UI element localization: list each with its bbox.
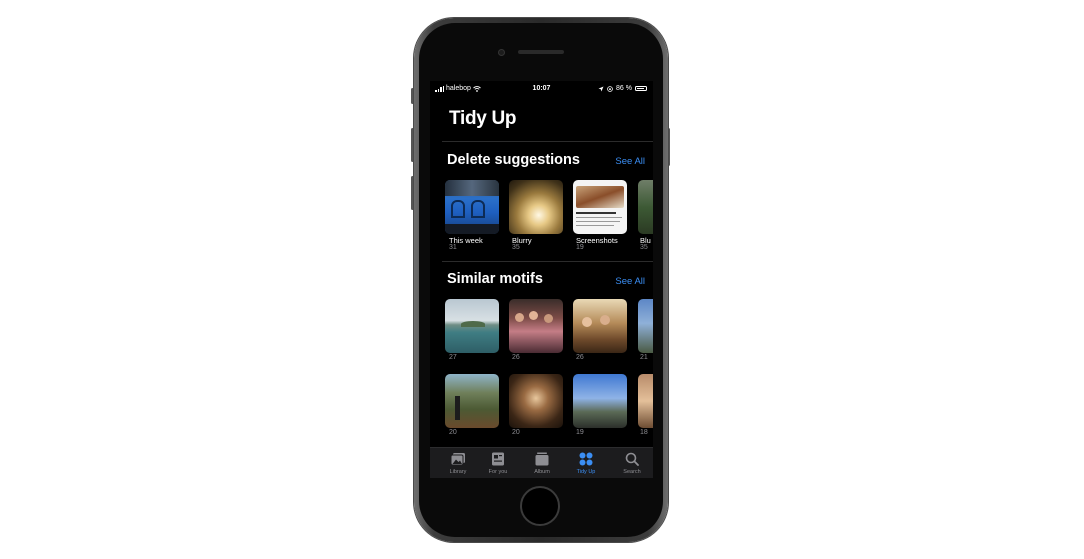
photos-stack-icon	[450, 453, 465, 466]
app-screen: halebop 10:07 86 % Tidy Up Delete sugges…	[430, 81, 653, 478]
tab-tidy-up-label: Tidy Up	[576, 469, 596, 475]
tab-tidy-up[interactable]: Tidy Up	[566, 448, 606, 478]
search-icon	[625, 452, 639, 466]
home-button[interactable]	[520, 486, 560, 526]
tab-for-you[interactable]: For you	[478, 448, 518, 478]
screenshots-count: 19	[576, 244, 584, 251]
blurry-thumbnail[interactable]	[509, 180, 563, 234]
motif-thumbnail[interactable]	[445, 374, 499, 428]
motif-count: 21	[640, 354, 648, 361]
screenshots-thumbnail[interactable]	[573, 180, 627, 234]
motif-count: 19	[576, 429, 584, 436]
for-you-icon	[492, 452, 504, 466]
motif-count: 20	[512, 429, 520, 436]
divider	[442, 141, 653, 142]
motif-thumbnail[interactable]	[573, 299, 627, 353]
this-week-count: 31	[449, 244, 457, 251]
motif-thumbnail[interactable]	[638, 299, 653, 353]
motif-thumbnail[interactable]	[445, 299, 499, 353]
tab-album-label: Album	[534, 469, 550, 475]
battery-icon	[635, 86, 647, 91]
blurry-more-thumbnail[interactable]	[638, 180, 653, 234]
motif-thumbnail[interactable]	[509, 374, 563, 428]
location-arrow-icon	[598, 86, 604, 91]
tidy-up-grid-icon	[579, 452, 593, 466]
delete-suggestions-see-all-link[interactable]: See All	[615, 156, 645, 167]
similar-motifs-see-all-link[interactable]: See All	[615, 276, 645, 287]
album-icon	[535, 452, 549, 466]
motif-count: 18	[640, 429, 648, 436]
this-week-thumbnail[interactable]	[445, 180, 499, 234]
tab-bar: Library For you Album Tidy Up Search	[430, 447, 653, 478]
motif-count: 26	[512, 354, 520, 361]
battery-percent: 86 %	[616, 85, 632, 92]
tab-for-you-label: For you	[488, 469, 508, 475]
front-camera	[498, 49, 505, 56]
blurry-count: 35	[512, 244, 520, 251]
similar-motifs-title: Similar motifs	[447, 271, 543, 287]
tab-library-label: Library	[449, 469, 467, 475]
tab-library[interactable]: Library	[438, 448, 478, 478]
divider	[442, 261, 653, 262]
status-bar: halebop 10:07 86 %	[430, 81, 653, 97]
tab-album[interactable]: Album	[522, 448, 562, 478]
delete-suggestions-title: Delete suggestions	[447, 152, 580, 168]
motif-thumbnail[interactable]	[638, 374, 653, 428]
blurry-more-count: 35	[640, 244, 648, 251]
earpiece-speaker	[518, 50, 564, 54]
page-title: Tidy Up	[449, 108, 517, 129]
motif-thumbnail[interactable]	[509, 299, 563, 353]
tab-search[interactable]: Search	[612, 448, 652, 478]
motif-count: 20	[449, 429, 457, 436]
motif-count: 27	[449, 354, 457, 361]
motif-count: 26	[576, 354, 584, 361]
motif-thumbnail[interactable]	[573, 374, 627, 428]
orientation-lock-icon	[607, 85, 613, 92]
tab-search-label: Search	[623, 469, 641, 475]
